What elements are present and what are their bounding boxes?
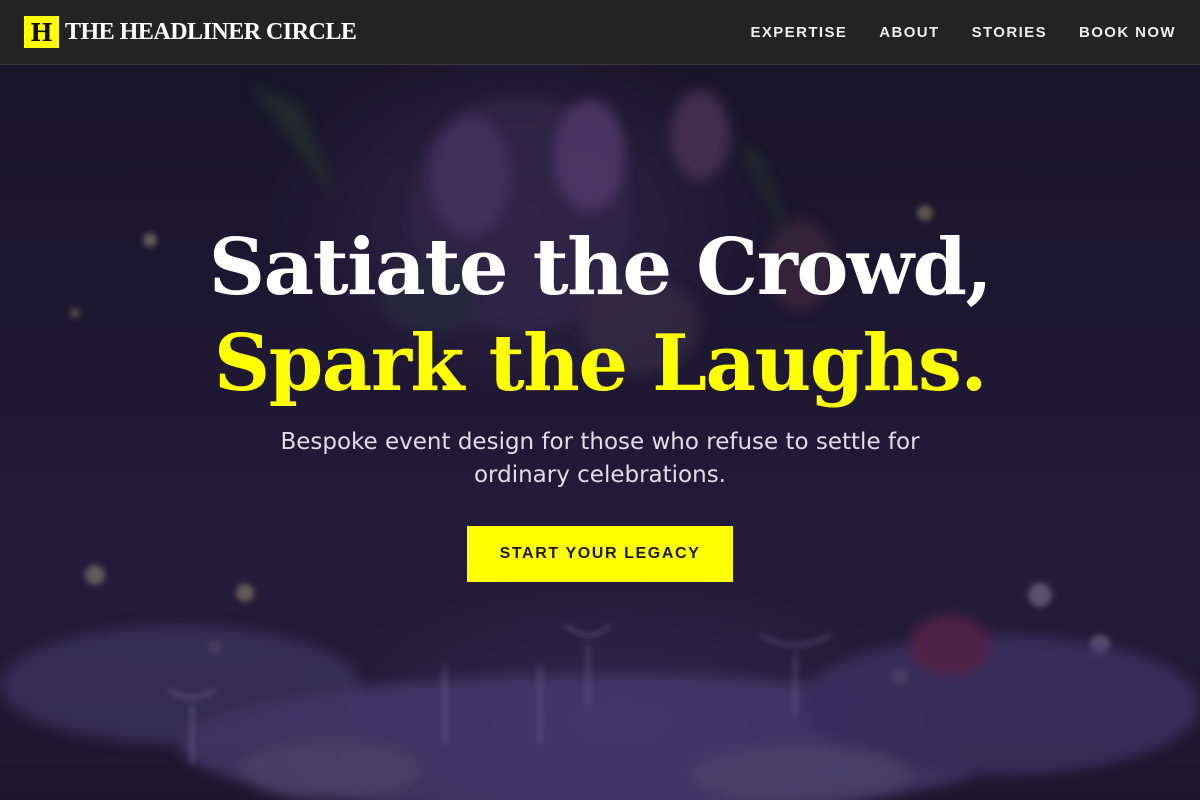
- logo-mark: H: [24, 16, 59, 48]
- headline-line-2: Spark the Laughs.: [213, 318, 988, 409]
- site-header: H THE HEADLINER CIRCLE EXPERTISE ABOUT S…: [0, 0, 1200, 65]
- hero-subtitle: Bespoke event design for those who refus…: [280, 429, 920, 488]
- nav-about[interactable]: ABOUT: [879, 24, 939, 41]
- nav-book-now[interactable]: BOOK NOW: [1079, 24, 1176, 41]
- main-nav: EXPERTISE ABOUT STORIES BOOK NOW: [718, 24, 1176, 41]
- nav-stories[interactable]: STORIES: [972, 24, 1047, 41]
- brand-name: THE HEADLINER CIRCLE: [65, 18, 357, 45]
- headline-line-1: Satiate the Crowd,: [208, 222, 993, 313]
- hero-content: Satiate the Crowd, Spark the Laughs. Bes…: [100, 220, 1100, 582]
- start-your-legacy-button[interactable]: START YOUR LEGACY: [467, 526, 733, 582]
- brand-logo[interactable]: H THE HEADLINER CIRCLE: [24, 16, 357, 48]
- nav-expertise[interactable]: EXPERTISE: [750, 24, 847, 41]
- hero-headline: Satiate the Crowd, Spark the Laughs.: [100, 220, 1100, 412]
- hero-section: Satiate the Crowd, Spark the Laughs. Bes…: [0, 65, 1200, 800]
